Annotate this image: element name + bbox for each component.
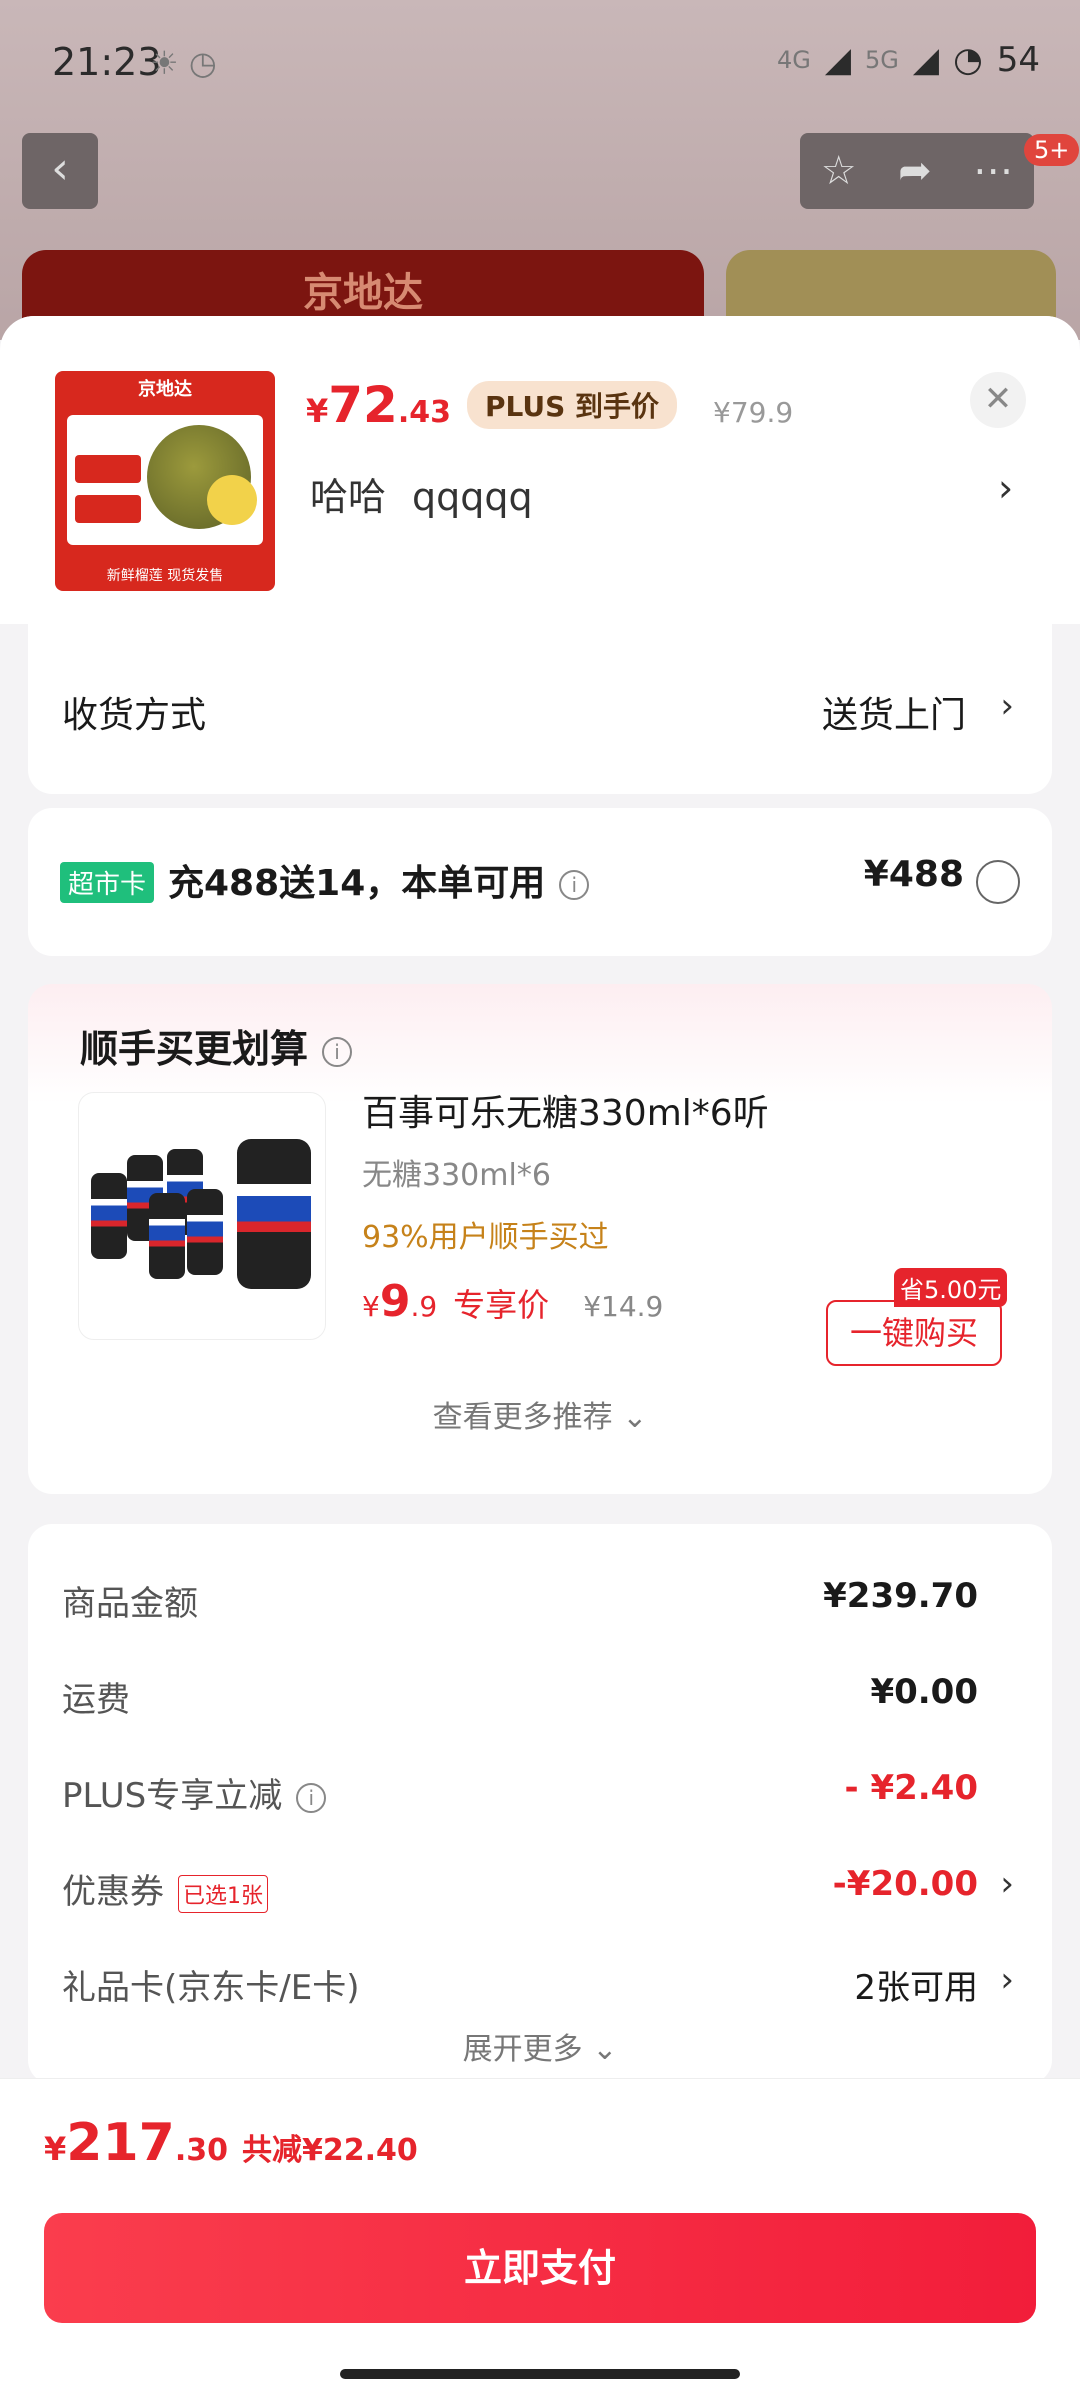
- summary-value: ¥0.00: [870, 1672, 978, 1712]
- plus-badge: PLUS 到手价: [467, 381, 678, 429]
- chevron-right-icon: ›: [1000, 686, 1014, 726]
- more-recommendations-link[interactable]: 查看更多推荐 ⌄: [28, 1392, 1052, 1436]
- delivery-value: 送货上门: [821, 695, 966, 736]
- summary-label: 商品金额: [62, 1584, 198, 1624]
- thumbnail-tag: [75, 455, 141, 483]
- summary-row-subtotal: 商品金额 ¥239.70: [28, 1576, 1052, 1636]
- pay-now-button[interactable]: 立即支付: [44, 2213, 1036, 2323]
- signal-icon: ◢: [912, 40, 940, 80]
- supermarket-card-row[interactable]: 超市卡 充488送14，本单可用 i ¥488: [28, 808, 1052, 956]
- info-icon[interactable]: i: [296, 1782, 327, 1813]
- can: [149, 1193, 185, 1279]
- durian-flesh: [207, 475, 257, 525]
- battery-level: 54: [996, 40, 1040, 80]
- status-right: 4G ◢ 5G ◢ ◔ 54: [777, 40, 1040, 80]
- recommendation-title: 顺手买更划算 i: [80, 1018, 353, 1073]
- can: [187, 1189, 223, 1275]
- summary-label: 运费: [62, 1680, 130, 1720]
- status-icons: ☀ ◷: [150, 44, 217, 82]
- chevron-right-icon: ›: [1000, 1864, 1014, 1904]
- summary-value: - ¥2.40: [844, 1768, 979, 1808]
- can: [237, 1139, 311, 1289]
- expand-more-link[interactable]: 展开更多 ⌄: [28, 2024, 1052, 2068]
- home-indicator[interactable]: [340, 2369, 740, 2379]
- supermarket-offer: 充488送14，本单可用: [168, 863, 546, 904]
- background-page: 21:23 ☀ ◷ 4G ◢ 5G ◢ ◔ 54 ‹ ☆ ➦ ⋯ 5+ 京地达: [0, 0, 1080, 370]
- product-header: 京地达 新鲜榴莲 现货发售 ¥ 72 .43 PLUS 到手价 ¥79.9 ✕ …: [0, 316, 1080, 624]
- supermarket-tag: 超市卡: [60, 862, 155, 903]
- summary-value: 2张可用: [854, 1968, 978, 2008]
- original-price: ¥14.9: [583, 1290, 664, 1323]
- status-time: 21:23: [52, 40, 162, 84]
- recommendation-card: 顺手买更划算 i 百事可乐无糖330ml*6听 无糖330ml*6 93%用户顺手…: [28, 984, 1052, 1494]
- thumbnail-tag: [75, 495, 141, 523]
- can: [91, 1173, 127, 1259]
- recommendation-buyers: 93%用户顺手买过: [362, 1220, 609, 1255]
- star-icon[interactable]: ☆: [821, 148, 857, 194]
- original-price: ¥79.9: [713, 396, 794, 429]
- total-decimal: .30: [174, 2133, 228, 2168]
- price-integer: 9: [379, 1276, 411, 1327]
- checkout-footer: ¥ 217 .30 共减¥22.40 立即支付: [0, 2078, 1080, 2400]
- price-label: 专享价: [453, 1286, 550, 1324]
- coupon-tag: 已选1张: [178, 1874, 268, 1913]
- summary-row-coupon[interactable]: 优惠券 已选1张 -¥20.00 ›: [28, 1864, 1052, 1924]
- price-decimal: .9: [410, 1290, 438, 1323]
- battery-icon: ◔: [953, 40, 983, 80]
- product-thumbnail: 京地达 新鲜榴莲 现货发售: [55, 371, 275, 591]
- recommendation-title-text: 顺手买更划算: [80, 1027, 309, 1071]
- delivery-label: 收货方式: [62, 695, 207, 736]
- network-4g: 4G: [777, 46, 811, 74]
- recommendation-spec: 无糖330ml*6: [362, 1158, 551, 1193]
- summary-label-text: 优惠券: [62, 1872, 164, 1912]
- radio-icon[interactable]: [976, 860, 1020, 904]
- message-badge: 5+: [1024, 134, 1080, 166]
- chevron-right-icon[interactable]: ›: [998, 466, 1013, 510]
- pepsi-image[interactable]: [78, 1092, 326, 1340]
- price-currency: ¥: [362, 1290, 380, 1323]
- thumbnail-footer: 新鲜榴莲 现货发售: [106, 568, 224, 584]
- close-icon[interactable]: ✕: [970, 372, 1026, 428]
- total-integer: 217: [66, 2113, 175, 2173]
- delivery-method-row[interactable]: 收货方式 送货上门 ›: [28, 624, 1052, 794]
- thumbnail-brand: 京地达: [138, 379, 192, 400]
- total-price: ¥ 217 .30 共减¥22.40: [44, 2113, 418, 2173]
- summary-value: ¥239.70: [823, 1576, 978, 1616]
- recommendation-name[interactable]: 百事可乐无糖330ml*6听: [362, 1084, 769, 1136]
- quick-buy-button[interactable]: 一键购买: [826, 1300, 1002, 1366]
- summary-label-text: PLUS专享立减: [62, 1776, 283, 1816]
- header-actions: ☆ ➦ ⋯: [800, 133, 1034, 209]
- total-currency: ¥: [44, 2130, 67, 2168]
- supermarket-text: 充488送14，本单可用 i: [168, 854, 590, 906]
- price-currency: ¥: [306, 392, 329, 430]
- spec-2: qqqqq: [412, 475, 533, 519]
- total-saved: 共减¥22.40: [241, 2133, 418, 2168]
- summary-label: PLUS专享立减 i: [62, 1768, 327, 1817]
- price-summary: 商品金额 ¥239.70 运费 ¥0.00 PLUS专享立减 i - ¥2.40 …: [28, 1524, 1052, 2084]
- back-icon[interactable]: ‹: [22, 133, 98, 209]
- spec-selector[interactable]: 哈哈 qqqqq: [310, 466, 533, 521]
- summary-label: 礼品卡(京东卡/E卡): [62, 1968, 360, 2008]
- share-icon[interactable]: ➦: [898, 148, 932, 194]
- chevron-right-icon: ›: [1000, 1960, 1014, 2000]
- price-integer: 72: [328, 376, 398, 434]
- summary-row-shipping: 运费 ¥0.00: [28, 1672, 1052, 1732]
- price-decimal: .43: [397, 395, 452, 430]
- thumbnail-panel: [67, 415, 263, 545]
- spec-1: 哈哈: [310, 475, 387, 519]
- network-5g: 5G: [865, 46, 899, 74]
- status-bar: 21:23 ☀ ◷ 4G ◢ 5G ◢ ◔ 54: [0, 30, 1080, 90]
- summary-row-gift-card[interactable]: 礼品卡(京东卡/E卡) 2张可用 ›: [28, 1960, 1052, 2020]
- summary-value: -¥20.00: [832, 1864, 978, 1904]
- product-price: ¥ 72 .43 PLUS 到手价 ¥79.9: [306, 376, 793, 435]
- signal-icon: ◢: [824, 40, 852, 80]
- supermarket-price: ¥488: [863, 854, 964, 895]
- more-icon[interactable]: ⋯: [973, 148, 1013, 194]
- info-icon[interactable]: i: [559, 870, 590, 900]
- summary-label: 优惠券 已选1张: [62, 1864, 268, 1913]
- save-tag: 省5.00元: [894, 1268, 1008, 1307]
- recommendation-price: ¥ 9 .9 专享价 ¥14.9: [362, 1276, 663, 1327]
- info-icon[interactable]: i: [322, 1036, 353, 1067]
- summary-row-plus-discount: PLUS专享立减 i - ¥2.40: [28, 1768, 1052, 1828]
